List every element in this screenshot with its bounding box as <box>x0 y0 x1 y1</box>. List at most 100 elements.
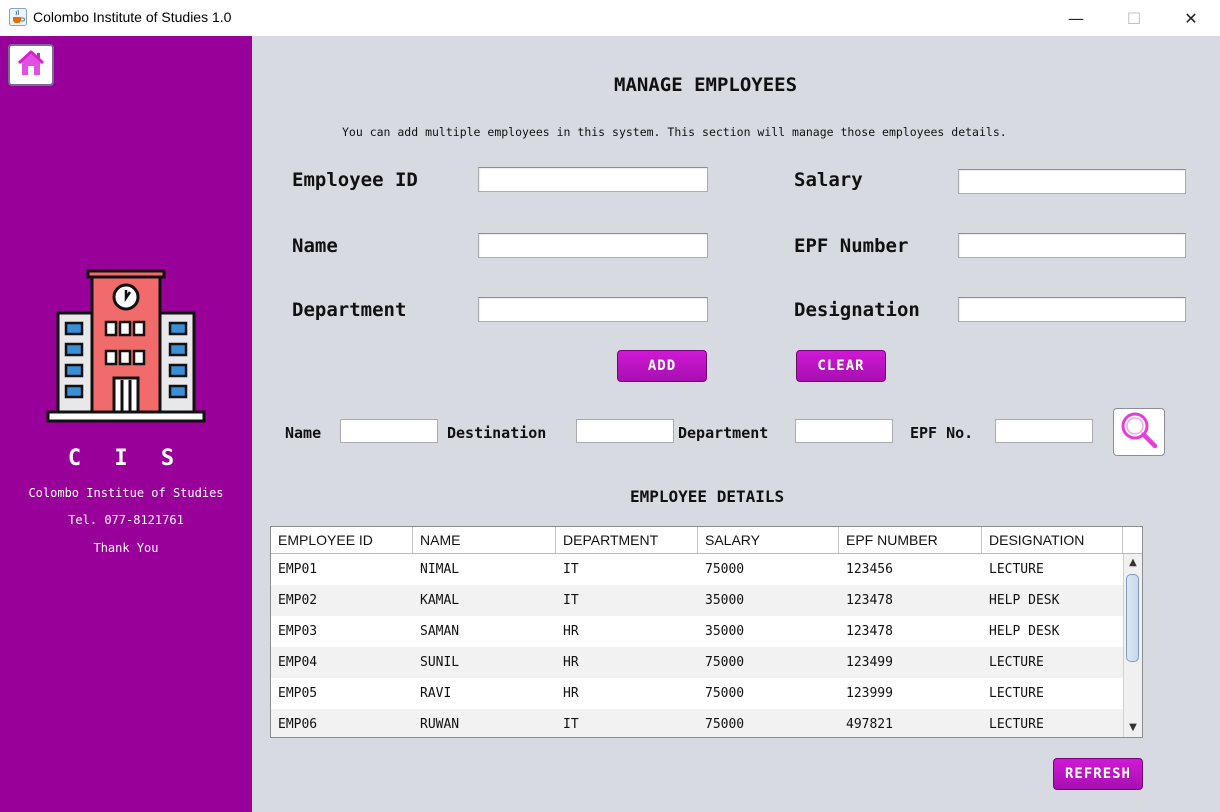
column-header-employee-id[interactable]: EMPLOYEE ID <box>271 527 413 553</box>
cell-epf-number: 497821 <box>846 717 893 732</box>
window-title: Colombo Institute of Studies 1.0 <box>33 9 232 25</box>
scroll-down-icon[interactable]: ▼ <box>1124 719 1142 737</box>
cell-designation: LECTURE <box>989 686 1044 701</box>
table-row[interactable]: EMP06 RUWAN IT 75000 497821 LECTURE <box>271 709 1123 737</box>
maximize-icon: ☐ <box>1126 8 1142 28</box>
cell-designation: LECTURE <box>989 717 1044 732</box>
search-icon <box>1119 410 1159 454</box>
epf-number-field[interactable] <box>958 233 1186 258</box>
name-label: Name <box>292 235 338 257</box>
search-epf-label: EPF No. <box>910 424 974 442</box>
main-panel: MANAGE EMPLOYEES You can add multiple em… <box>252 36 1220 812</box>
title-bar: Colombo Institute of Studies 1.0 — ☐ ✕ <box>0 0 1220 36</box>
column-header-designation[interactable]: DESIGNATION <box>982 527 1123 553</box>
cell-name: RUWAN <box>420 717 460 732</box>
scroll-up-icon[interactable]: ▲ <box>1124 554 1142 572</box>
search-epf-field[interactable] <box>995 419 1093 443</box>
cell-employee-id: EMP04 <box>278 655 318 670</box>
designation-field[interactable] <box>958 297 1186 322</box>
employee-table[interactable]: EMPLOYEE ID NAME DEPARTMENT SALARY EPF N… <box>270 526 1143 738</box>
table-row[interactable]: EMP01 NIMAL IT 75000 123456 LECTURE <box>271 554 1123 585</box>
cell-employee-id: EMP01 <box>278 562 318 577</box>
table-header-corner <box>1123 527 1142 554</box>
table-row[interactable]: EMP05 RAVI HR 75000 123999 LECTURE <box>271 678 1123 709</box>
search-name-label: Name <box>285 424 322 442</box>
cell-department: IT <box>563 593 579 608</box>
cell-epf-number: 123499 <box>846 655 893 670</box>
column-header-salary[interactable]: SALARY <box>698 527 839 553</box>
home-button[interactable] <box>8 44 54 86</box>
cell-employee-id: EMP05 <box>278 686 318 701</box>
clear-button[interactable]: CLEAR <box>796 350 886 382</box>
close-button[interactable]: ✕ <box>1162 0 1220 36</box>
cell-name: RAVI <box>420 686 452 701</box>
search-name-field[interactable] <box>340 419 438 443</box>
telephone: Tel. 077-8121761 <box>68 513 184 527</box>
maximize-button[interactable]: ☐ <box>1105 0 1163 36</box>
refresh-button[interactable]: REFRESH <box>1053 758 1143 790</box>
org-name: Colombo Institue of Studies <box>28 486 224 500</box>
table-row[interactable]: EMP04 SUNIL HR 75000 123499 LECTURE <box>271 647 1123 678</box>
table-body: EMP01 NIMAL IT 75000 123456 LECTURE EMP02 KAMAL… <box>271 554 1123 737</box>
page-description: You can add multiple employees in this s… <box>342 125 1007 139</box>
search-destination-field[interactable] <box>576 419 674 443</box>
department-label: Department <box>292 299 407 321</box>
epf-number-label: EPF Number <box>794 235 909 257</box>
cell-name: SAMAN <box>420 624 460 639</box>
cell-salary: 75000 <box>705 686 745 701</box>
table-row[interactable]: EMP03 SAMAN HR 35000 123478 HELP DESK <box>271 616 1123 647</box>
add-button[interactable]: ADD <box>617 350 707 382</box>
cell-employee-id: EMP03 <box>278 624 318 639</box>
table-row[interactable]: EMP02 KAMAL IT 35000 123478 HELP DESK <box>271 585 1123 616</box>
cell-designation: HELP DESK <box>989 624 1060 639</box>
search-button[interactable] <box>1113 408 1165 456</box>
app-acronym: C I S <box>67 446 185 471</box>
cell-salary: 75000 <box>705 717 745 732</box>
table-title: EMPLOYEE DETAILS <box>630 487 785 506</box>
table-scrollbar[interactable]: ▲ ▼ <box>1123 554 1142 737</box>
cell-employee-id: EMP06 <box>278 717 318 732</box>
cell-department: IT <box>563 717 579 732</box>
cell-department: HR <box>563 655 579 670</box>
sidebar: C I S Colombo Institue of Studies Tel. 0… <box>0 36 252 812</box>
minimize-button[interactable]: — <box>1047 0 1105 36</box>
page-title: MANAGE EMPLOYEES <box>614 74 798 96</box>
home-icon <box>16 49 46 81</box>
salary-field[interactable] <box>958 169 1186 194</box>
cell-name: KAMAL <box>420 593 460 608</box>
table-header: EMPLOYEE ID NAME DEPARTMENT SALARY EPF N… <box>271 527 1123 554</box>
column-header-department[interactable]: DEPARTMENT <box>556 527 698 553</box>
cell-epf-number: 123456 <box>846 562 893 577</box>
department-field[interactable] <box>478 297 708 322</box>
cell-epf-number: 123478 <box>846 593 893 608</box>
minimize-icon: — <box>1068 8 1084 28</box>
cell-name: NIMAL <box>420 562 460 577</box>
close-icon: ✕ <box>1184 8 1198 28</box>
cell-department: HR <box>563 686 579 701</box>
cell-epf-number: 123999 <box>846 686 893 701</box>
cell-department: HR <box>563 624 579 639</box>
building-icon <box>46 268 206 432</box>
column-header-epf-number[interactable]: EPF NUMBER <box>839 527 982 553</box>
cell-designation: LECTURE <box>989 562 1044 577</box>
search-department-label: Department <box>678 424 769 442</box>
java-cup-icon <box>9 8 27 26</box>
cell-employee-id: EMP02 <box>278 593 318 608</box>
designation-label: Designation <box>794 299 920 321</box>
scroll-thumb[interactable] <box>1126 574 1139 662</box>
cell-designation: LECTURE <box>989 655 1044 670</box>
employee-id-label: Employee ID <box>292 169 418 191</box>
cell-designation: HELP DESK <box>989 593 1060 608</box>
cell-salary: 75000 <box>705 655 745 670</box>
salary-label: Salary <box>794 169 863 191</box>
employee-id-field[interactable] <box>478 167 708 192</box>
cell-epf-number: 123478 <box>846 624 893 639</box>
search-department-field[interactable] <box>795 419 893 443</box>
cell-name: SUNIL <box>420 655 460 670</box>
column-header-name[interactable]: NAME <box>413 527 556 553</box>
cell-salary: 35000 <box>705 624 745 639</box>
search-destination-label: Destination <box>447 424 547 442</box>
cell-department: IT <box>563 562 579 577</box>
thank-you-text: Thank You <box>93 541 159 555</box>
name-field[interactable] <box>478 233 708 258</box>
